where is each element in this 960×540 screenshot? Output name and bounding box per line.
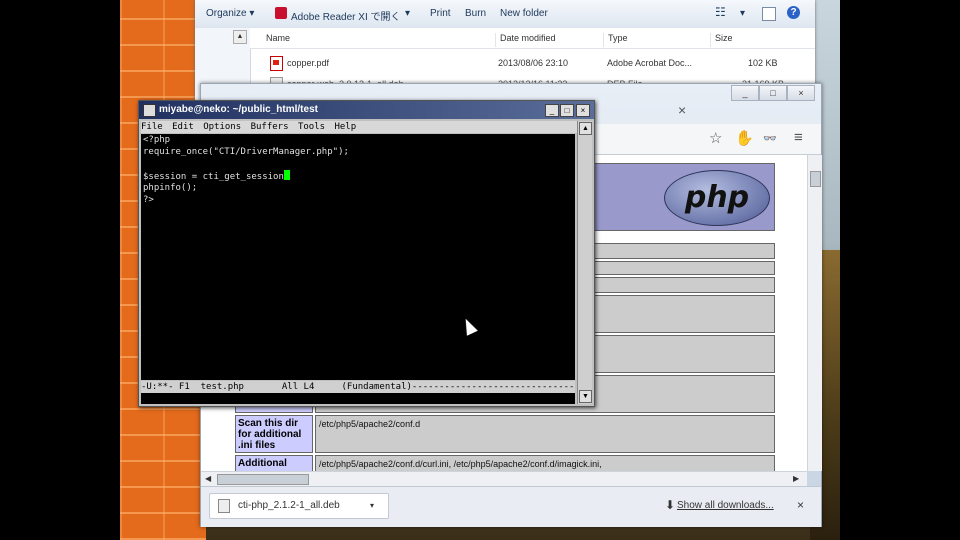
open-with-adobe-button[interactable]: Adobe Reader XI で開く (291, 8, 401, 23)
menu-icon[interactable]: ≡ (794, 129, 803, 146)
menu-edit[interactable]: Edit (172, 122, 194, 132)
table-value: /etc/php5/apache2/conf.d (315, 415, 775, 453)
emacs-menu-bar: File Edit Options Buffers Tools Help (141, 121, 579, 133)
emacs-title-bar: miyabe@neko: ~/public_html/test _ □ × (139, 101, 594, 119)
scroll-right-icon[interactable]: ▶ (793, 474, 799, 483)
dropdown-chevron-icon[interactable]: ▾ (405, 8, 410, 19)
menu-help[interactable]: Help (334, 122, 356, 132)
chrome-window-controls: _ □ × (731, 85, 817, 101)
menu-buffers[interactable]: Buffers (251, 122, 289, 132)
file-icon (218, 499, 230, 513)
nav-scroll-up-icon[interactable]: ▲ (233, 30, 247, 44)
column-type[interactable]: Type (603, 33, 628, 47)
php-logo: php (664, 170, 770, 226)
download-arrow-icon: ⬇ (665, 498, 676, 512)
file-size: 102 KB (748, 58, 778, 68)
scroll-left-icon[interactable]: ◀ (205, 474, 211, 483)
file-name: copper.pdf (287, 58, 330, 68)
menu-options[interactable]: Options (203, 122, 241, 132)
glasses-extension-icon[interactable]: 👓 (763, 132, 777, 145)
letterbox-right (840, 0, 960, 540)
scroll-down-icon[interactable]: ▼ (579, 390, 592, 403)
close-download-shelf-icon[interactable]: × (797, 498, 804, 512)
table-value: /etc/php5/apache2/conf.d/curl.ini, /etc/… (315, 455, 775, 471)
maximize-button[interactable]: □ (560, 104, 574, 117)
scroll-thumb[interactable] (217, 474, 309, 485)
download-filename: cti-php_2.1.2-1_all.deb (238, 500, 340, 511)
file-row[interactable]: copper.pdf 2013/08/06 23:10 Adobe Acroba… (250, 54, 815, 74)
preview-pane-icon[interactable] (762, 7, 776, 21)
letterbox-left (0, 0, 120, 540)
organize-button[interactable]: Organize ▾ (206, 8, 254, 19)
emacs-mode-line: -U:**- F1 test.php All L4 (Fundamental)-… (141, 381, 575, 393)
emacs-scrollbar[interactable]: ▲ ▼ (577, 121, 592, 404)
download-shelf: cti-php_2.1.2-1_all.deb ▾ ⬇ Show all dow… (201, 486, 821, 527)
emacs-window-title: miyabe@neko: ~/public_html/test (159, 104, 318, 115)
table-row: Additional /etc/php5/apache2/conf.d/curl… (235, 455, 775, 471)
menu-file[interactable]: File (141, 122, 163, 132)
code-line: <?php (143, 135, 171, 145)
new-folder-button[interactable]: New folder (500, 8, 548, 19)
minimize-button[interactable]: _ (545, 104, 559, 117)
emacs-minibuffer[interactable] (141, 393, 575, 404)
table-key: Scan this dir for additional .ini files (235, 415, 313, 453)
minimize-button[interactable]: _ (731, 85, 759, 101)
emacs-editor[interactable]: <?php require_once("CTI/DriverManager.ph… (141, 134, 575, 380)
file-type: Adobe Acrobat Doc... (607, 58, 693, 68)
download-item[interactable]: cti-php_2.1.2-1_all.deb ▾ (209, 493, 389, 519)
view-options-icon[interactable]: ☷ (715, 5, 726, 19)
table-row: Scan this dir for additional .ini files … (235, 415, 775, 453)
extension-icon[interactable]: ✋ (735, 129, 754, 147)
vertical-scrollbar[interactable] (807, 155, 822, 471)
chevron-down-icon[interactable]: ▾ (370, 501, 374, 510)
code-line: ?> (143, 195, 154, 205)
help-icon[interactable]: ? (787, 6, 800, 19)
emacs-window: miyabe@neko: ~/public_html/test _ □ × Fi… (138, 100, 595, 407)
show-all-downloads-link[interactable]: Show all downloads... (677, 500, 774, 511)
code-line: phpinfo(); (143, 183, 198, 193)
close-button[interactable]: × (576, 104, 590, 117)
column-name[interactable]: Name (262, 33, 290, 47)
tab-close-icon[interactable]: × (678, 102, 686, 118)
scroll-thumb[interactable] (810, 171, 821, 187)
table-key: Additional (235, 455, 313, 471)
view-chevron-icon[interactable]: ▾ (740, 8, 745, 19)
close-button[interactable]: × (787, 85, 815, 101)
code-line-text: $session = cti_get_session (143, 172, 284, 182)
desktop: Organize ▾ Adobe Reader XI で開く ▾ Print B… (120, 0, 840, 540)
text-cursor (283, 170, 290, 180)
horizontal-scrollbar[interactable]: ◀ ▶ (201, 471, 807, 486)
pdf-file-icon (270, 56, 283, 71)
code-line: require_once("CTI/DriverManager.php"); (143, 147, 349, 157)
column-size[interactable]: Size (710, 33, 733, 47)
emacs-app-icon (143, 104, 156, 117)
print-button[interactable]: Print (430, 8, 451, 19)
bookmark-star-icon[interactable]: ☆ (709, 129, 722, 147)
adobe-reader-icon (275, 7, 287, 19)
maximize-button[interactable]: □ (759, 85, 787, 101)
explorer-toolbar: Organize ▾ Adobe Reader XI で開く ▾ Print B… (195, 0, 815, 29)
menu-tools[interactable]: Tools (298, 122, 325, 132)
burn-button[interactable]: Burn (465, 8, 486, 19)
file-list-header: Name Date modified Type Size (250, 28, 815, 49)
file-date: 2013/08/06 23:10 (498, 58, 569, 68)
scroll-up-icon[interactable]: ▲ (579, 122, 592, 135)
code-line-current: $session = cti_get_session (143, 170, 575, 182)
column-date-modified[interactable]: Date modified (495, 33, 556, 47)
